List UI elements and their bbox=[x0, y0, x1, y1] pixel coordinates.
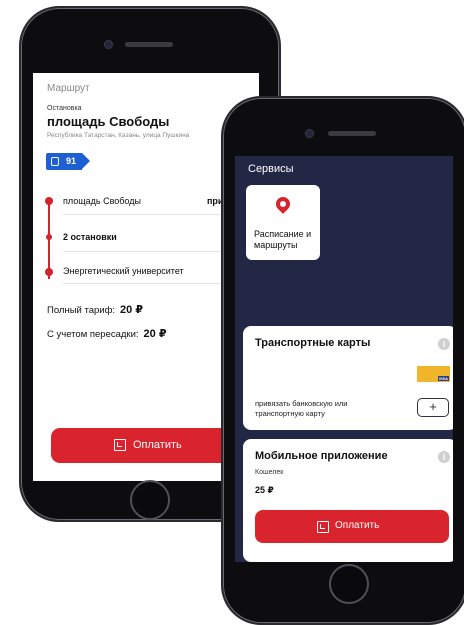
stop-row-count[interactable]: 2 остановки bbox=[63, 232, 117, 242]
pay-button[interactable]: Оплатить bbox=[255, 510, 449, 543]
fare-full-value: 20 ₽ bbox=[120, 304, 143, 316]
front-camera bbox=[105, 41, 112, 48]
pay-button-label: Оплатить bbox=[335, 520, 380, 531]
fare-transfer-value: 20 ₽ bbox=[143, 328, 167, 340]
pay-icon bbox=[114, 439, 126, 451]
timeline-mid-dot bbox=[46, 234, 52, 240]
info-icon[interactable]: i bbox=[438, 451, 450, 463]
fare-transfer-label: С учетом пересадки: bbox=[47, 329, 139, 340]
mobile-app-title: Мобильное приложение bbox=[255, 450, 388, 462]
timeline-end-dot bbox=[45, 268, 53, 276]
pay-button-label: Оплатить bbox=[133, 439, 182, 451]
services-title: Сервисы bbox=[248, 163, 294, 175]
stop-address: Республика Татарстан, Казань, улица Пушк… bbox=[47, 132, 190, 139]
services-screen: Сервисы Расписание и маршруты Транспортн… bbox=[235, 156, 453, 562]
link-card-text[interactable]: привязать банковскую или транспортную ка… bbox=[255, 399, 395, 419]
earpiece-speaker bbox=[125, 42, 173, 47]
schedule-routes-tile[interactable]: Расписание и маршруты bbox=[246, 185, 320, 260]
add-card-button[interactable]: + bbox=[417, 398, 449, 417]
bus-route-badge[interactable]: 91 bbox=[46, 153, 90, 170]
mobile-app-card: Мобильное приложение i Кошелек 25 ₽ Опла… bbox=[243, 439, 453, 562]
stop-caption: Остановка bbox=[47, 105, 82, 112]
schedule-routes-label: Расписание и маршруты bbox=[254, 229, 312, 250]
fare-full-label: Полный тариф: bbox=[47, 305, 116, 316]
timeline-start-dot bbox=[45, 197, 53, 205]
home-button[interactable] bbox=[130, 480, 170, 520]
home-button[interactable] bbox=[329, 564, 369, 604]
front-camera bbox=[306, 130, 313, 137]
route-label: Маршрут bbox=[47, 83, 90, 94]
bus-icon bbox=[51, 157, 59, 166]
map-pin-icon bbox=[273, 194, 293, 214]
transport-cards-card[interactable]: Транспортные карты i VISA привязать банк… bbox=[243, 326, 453, 430]
fare-full: Полный тариф: 20 ₽ bbox=[47, 303, 143, 316]
earpiece-speaker bbox=[328, 131, 376, 136]
wallet-label: Кошелек bbox=[255, 469, 284, 476]
bank-card-icon: VISA bbox=[417, 366, 450, 382]
card-brand: VISA bbox=[437, 376, 449, 381]
pay-icon bbox=[317, 521, 329, 533]
wallet-balance: 25 ₽ bbox=[255, 485, 274, 495]
info-icon[interactable]: i bbox=[438, 338, 450, 350]
stop-title: площадь Свободы bbox=[47, 114, 170, 129]
bus-route-number: 91 bbox=[66, 156, 77, 166]
transport-cards-title: Транспортные карты bbox=[255, 337, 371, 349]
stop-row-start[interactable]: площадь Свободы bbox=[63, 196, 141, 206]
fare-transfer: С учетом пересадки: 20 ₽ bbox=[47, 327, 167, 340]
phone-right: Сервисы Расписание и маршруты Транспортн… bbox=[221, 96, 464, 625]
stop-row-end[interactable]: Энергетический университет bbox=[63, 266, 184, 276]
